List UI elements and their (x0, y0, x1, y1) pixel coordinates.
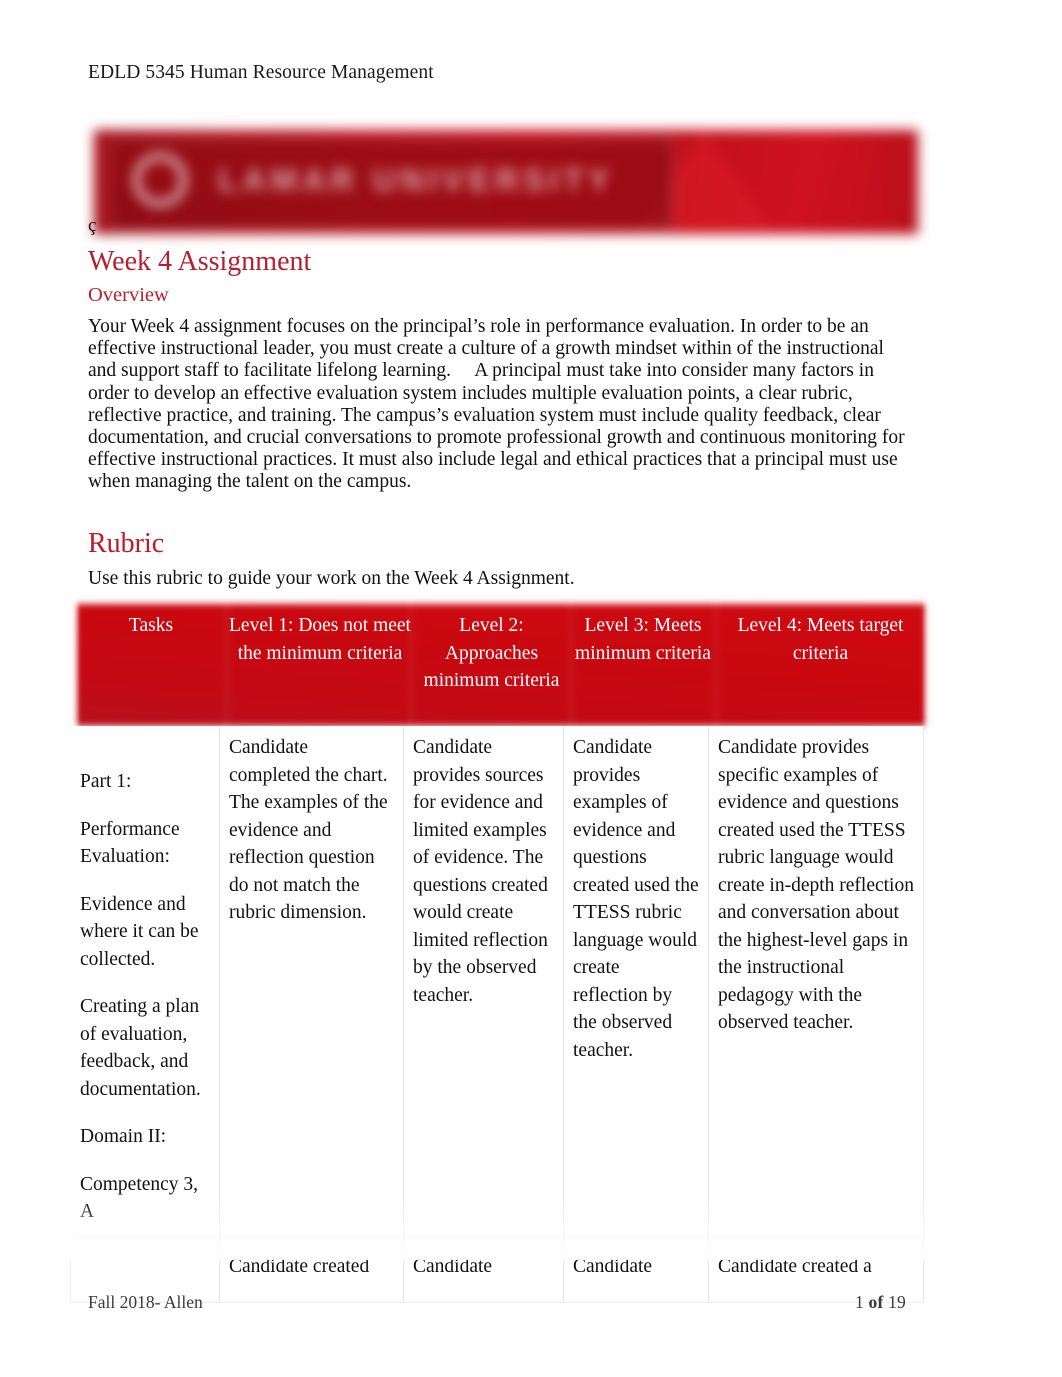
rubric-heading: Rubric (88, 528, 165, 559)
rubric-table-body: Part 1: Performance Evaluation: Evidence… (70, 726, 932, 1303)
document-page: EDLD 5345 Human Resource Management LAMA… (0, 0, 1062, 1377)
column-header-level-2: Level 2: Approaches minimum criteria (423, 615, 560, 691)
document-running-header: EDLD 5345 Human Resource Management (88, 62, 434, 83)
page-number: 1 (855, 1292, 864, 1312)
overview-heading: Overview (88, 284, 169, 306)
rubric-intro-text: Use this rubric to guide your work on th… (88, 568, 575, 589)
document-footer: Fall 2018- Allen 1 of 19 (88, 1292, 906, 1313)
cell-task-description: Part 1: Performance Evaluation: Evidence… (70, 726, 220, 1237)
cell-level-1: Candidate completed the chart. The examp… (220, 726, 404, 1237)
task-line: Evidence and where it can be collected. (80, 893, 199, 970)
rubric-table-header-labels: Tasks Level 1: Does not meet the minimum… (70, 598, 932, 732)
column-header-level-4: Level 4: Meets target criteria (737, 615, 904, 664)
task-line: Competency 3, A (80, 1173, 199, 1223)
stray-character: ç (88, 215, 97, 236)
task-line: Creating a plan of evaluation, feedback,… (80, 996, 201, 1100)
lamar-university-banner-image: LAMAR UNIVERSITY (88, 124, 924, 240)
banner-blur-layer: LAMAR UNIVERSITY (88, 124, 924, 240)
lamar-logo-icon (132, 152, 188, 208)
page-title: Week 4 Assignment (88, 246, 312, 277)
banner-chevron-shape-right (800, 134, 904, 230)
column-header-level-3: Level 3: Meets minimum criteria (575, 615, 711, 664)
task-line: Performance Evaluation: (80, 818, 180, 868)
overview-paragraph: Your Week 4 assignment focuses on the pr… (88, 316, 905, 493)
page-of-label: of (868, 1292, 884, 1312)
column-header-tasks: Tasks (128, 615, 174, 636)
table-row: Part 1: Performance Evaluation: Evidence… (70, 726, 932, 1237)
task-line: Part 1: (80, 771, 132, 792)
cell-level-2: Candidate provides sources for evidence … (404, 726, 564, 1237)
cell-level-3: Candidate provides examples of evidence … (564, 726, 709, 1237)
banner-wordmark: LAMAR UNIVERSITY (218, 162, 615, 198)
page-indicator: 1 of 19 (855, 1292, 906, 1313)
column-header-level-1: Level 1: Does not meet the minimum crite… (229, 615, 411, 664)
page-total: 19 (888, 1292, 906, 1312)
rubric-table: Tasks Level 1: Does not meet the minimum… (70, 598, 932, 1303)
footer-left-text: Fall 2018- Allen (88, 1292, 203, 1312)
task-line: Domain II: (80, 1126, 167, 1147)
cell-level-4: Candidate provides specific examples of … (709, 726, 924, 1237)
